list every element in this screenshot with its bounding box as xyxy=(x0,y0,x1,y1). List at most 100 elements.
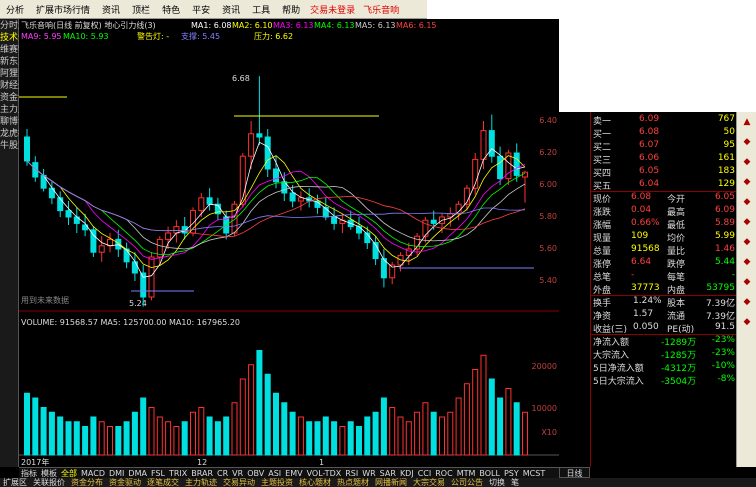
tool-icon-1[interactable]: ◆ xyxy=(740,136,754,148)
volume-bar xyxy=(140,397,147,456)
vtab-finance[interactable]: 财经通 xyxy=(0,81,27,91)
vtab-ali[interactable]: 阿狸 xyxy=(0,69,18,79)
candle-body xyxy=(430,219,437,224)
indicator-tab[interactable]: TRIX xyxy=(167,469,189,478)
bottom-tab[interactable]: 笔 xyxy=(508,478,522,487)
quote-cell: 6.09 xyxy=(714,205,735,215)
quote-cell: 今开 xyxy=(667,195,686,205)
vtab-technical[interactable]: 技术分析 xyxy=(0,33,36,43)
order-book-row: 买五 6.04 129 xyxy=(591,179,737,192)
bottom-tab[interactable]: 关联报价 xyxy=(30,478,68,487)
indicator-tab[interactable]: 指标 xyxy=(19,468,39,478)
indicator-tab[interactable]: CR xyxy=(215,469,230,478)
indicator-tab[interactable]: MCST xyxy=(521,469,547,478)
tool-icon-2[interactable]: ◆ xyxy=(740,156,754,168)
tool-icon-9[interactable]: ◆ xyxy=(740,296,754,308)
menu-item-news[interactable]: 资讯 xyxy=(96,3,126,16)
ma5-label: MA5: 6.13 xyxy=(355,21,396,30)
vtab-intraday[interactable]: 分时走势 xyxy=(0,21,36,31)
quote-cell: 大宗流入 xyxy=(593,351,630,361)
tool-icon-8[interactable]: ◆ xyxy=(740,276,754,288)
bottom-tab[interactable]: 热点题材 xyxy=(334,478,372,487)
chart-title: 飞乐音响(日线 前复权) 地心引力线(3) xyxy=(21,20,156,30)
indicator-tab[interactable]: KDJ xyxy=(398,469,416,478)
menu-item-pingan[interactable]: 平安 xyxy=(186,3,216,16)
indicator-tab[interactable]: ROC xyxy=(433,469,454,478)
quote-cell: 95 xyxy=(723,140,735,150)
candle-body xyxy=(480,130,487,160)
indicator-tab[interactable]: MTM xyxy=(455,469,478,478)
ma1-label: MA1: 6.08 xyxy=(191,21,232,30)
menu-item-extended-market[interactable]: 扩展市场行情 xyxy=(30,3,96,16)
indicator-tab[interactable]: CCI xyxy=(416,469,434,478)
ma2-label: MA2: 6.10 xyxy=(232,21,273,30)
indicator-tab[interactable]: DMA xyxy=(126,469,149,478)
volume-bar xyxy=(156,416,163,456)
period-selector[interactable]: 日线 xyxy=(559,467,590,478)
volume-bar xyxy=(148,407,155,456)
menu-item-features[interactable]: 特色 xyxy=(156,3,186,16)
stats-row: 换手 1.24% 股本 7.39亿 xyxy=(591,296,737,309)
tool-icon-7[interactable]: ◆ xyxy=(740,256,754,268)
bottom-tab[interactable]: 交易异动 xyxy=(220,478,258,487)
chevron-up-icon[interactable]: ▲ xyxy=(740,116,754,128)
bottom-tab[interactable]: 逐笔成交 xyxy=(144,478,182,487)
indicator-tab[interactable]: RSI xyxy=(343,469,360,478)
indicator-tab[interactable]: EMV xyxy=(283,469,304,478)
bottom-tab[interactable]: 主题投资 xyxy=(258,478,296,487)
bottom-tab[interactable]: 资金分布 xyxy=(68,478,106,487)
kline-chart-svg[interactable]: 飞乐音响(日线 前复权) 地心引力线(3) MA1: 6.08 MA2: 6.1… xyxy=(19,19,559,467)
indicator-tab[interactable]: FSL xyxy=(149,469,167,478)
tool-icon-10[interactable]: ◆ xyxy=(740,316,754,328)
bottom-tab[interactable]: 主力轨迹 xyxy=(182,478,220,487)
indicator-tab[interactable]: 模板 xyxy=(39,468,59,478)
bottom-tab[interactable]: 公司公告 xyxy=(448,478,486,487)
bottom-tab[interactable]: 扩展区 xyxy=(0,478,30,487)
indicator-tab[interactable]: PSY xyxy=(502,469,521,478)
candle-body xyxy=(65,210,72,218)
vtab-weisaite[interactable]: 维赛特 xyxy=(0,45,27,55)
vtab-main-monitor[interactable]: 主力监控 xyxy=(0,105,36,115)
indicator-tab[interactable]: ASI xyxy=(266,469,283,478)
menu-item-tools[interactable]: 工具 xyxy=(246,3,276,16)
bottom-tab[interactable]: 网播新闻 xyxy=(372,478,410,487)
tool-icon-4[interactable]: ◆ xyxy=(740,196,754,208)
vtab-dragon-tiger[interactable]: 龙虎榜 xyxy=(0,129,27,139)
menu-item-analysis[interactable]: 分析 xyxy=(0,3,30,16)
indicator-tab[interactable]: WR xyxy=(360,469,377,478)
vtab-fund-flow[interactable]: 资金流向 xyxy=(0,93,36,103)
tool-icon-6[interactable]: ◆ xyxy=(740,236,754,248)
indicator-tab[interactable]: BOLL xyxy=(477,469,502,478)
vtab-new-oriental[interactable]: 新东方 xyxy=(0,57,27,67)
menu-item-info[interactable]: 资讯 xyxy=(216,3,246,16)
volume-bar xyxy=(430,411,437,456)
indicator-tab[interactable]: 全部 xyxy=(59,468,79,478)
menu-item-topbar[interactable]: 顶栏 xyxy=(126,3,156,16)
quote-cell: 1.24% xyxy=(633,296,662,306)
vol-unit: X10 xyxy=(541,428,557,437)
indicator-tab[interactable]: MACD xyxy=(79,469,107,478)
vtab-bull-stock[interactable]: 牛股宝 xyxy=(0,141,27,151)
quote-cell: 流通 xyxy=(667,312,686,322)
volume-bar xyxy=(389,407,396,456)
indicator-tab[interactable]: SAR xyxy=(378,469,398,478)
vtab-doctor[interactable]: 聊博士 xyxy=(0,117,27,127)
bottom-tab[interactable]: 切换 xyxy=(486,478,508,487)
indicator-tab[interactable]: OBV xyxy=(245,469,266,478)
indicator-tab[interactable]: BRAR xyxy=(189,469,215,478)
tool-icon-5[interactable]: ◆ xyxy=(740,216,754,228)
indicator-tab[interactable]: VOL-TDX xyxy=(305,469,344,478)
bottom-tab[interactable]: 核心题材 xyxy=(296,478,334,487)
login-status[interactable]: 交易未登录 xyxy=(306,3,359,16)
quote-cell: 1.46 xyxy=(714,244,735,254)
kline-chart-area[interactable]: 飞乐音响(日线 前复权) 地心引力线(3) MA1: 6.08 MA2: 6.1… xyxy=(19,19,559,467)
indicator-tab[interactable]: VR xyxy=(230,469,245,478)
menu-item-help[interactable]: 帮助 xyxy=(276,3,306,16)
bottom-tab[interactable]: 大宗交易 xyxy=(410,478,448,487)
tool-icon-3[interactable]: ◆ xyxy=(740,176,754,188)
bottom-tab[interactable]: 资金驱动 xyxy=(106,478,144,487)
indicator-tab[interactable]: DMI xyxy=(107,469,126,478)
order-book-row: 卖一 6.09 767 xyxy=(591,114,737,127)
quote-cell: 买四 xyxy=(593,169,612,179)
volume-bar xyxy=(439,416,445,456)
